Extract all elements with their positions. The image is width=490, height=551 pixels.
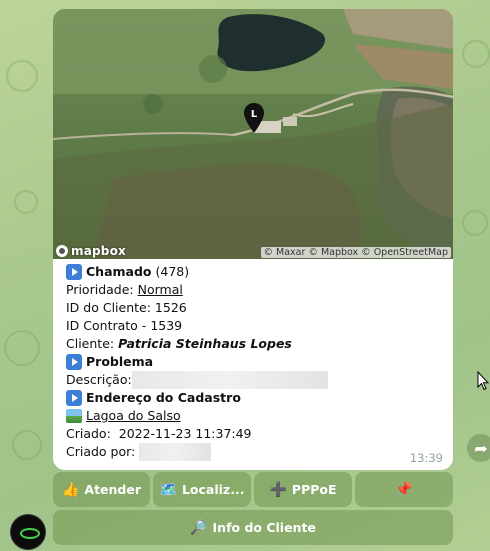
info-cliente-button[interactable]: 🔎 Info do Cliente <box>53 510 453 545</box>
background-doodle <box>4 330 40 366</box>
atender-button[interactable]: 👍 Atender <box>53 472 150 507</box>
plus-icon: ➕ <box>269 481 287 498</box>
endereco-line: Endereço do Cadastro <box>66 389 446 407</box>
criado-por-line: Criado por: <box>66 443 446 461</box>
pushpin-button[interactable]: 📌 <box>355 472 453 507</box>
endereco-value-line: Lagoa do Salso <box>66 407 446 425</box>
mapbox-logo-text: mapbox <box>71 244 126 258</box>
criado-por-label: Criado por: <box>66 444 136 459</box>
cliente-label: Cliente: <box>66 336 115 351</box>
map-icon: 🗺️ <box>159 481 177 498</box>
atender-label: Atender <box>84 482 142 497</box>
forward-icon: ➦ <box>474 438 488 458</box>
prioridade-line: Prioridade: Normal <box>66 281 446 299</box>
pin-label: L <box>251 109 258 120</box>
chamado-count: (478) <box>155 264 190 279</box>
info-cliente-label: Info do Cliente <box>212 520 316 535</box>
background-doodle <box>12 430 42 460</box>
location-map[interactable]: L mapbox © Maxar © Mapbox © OpenStreetMa… <box>53 9 453 259</box>
forward-button[interactable]: ➦ <box>467 434 490 462</box>
id-cliente-label: ID do Cliente: <box>66 300 151 315</box>
id-cliente-line: ID do Cliente: 1526 <box>66 299 446 317</box>
bot-avatar[interactable] <box>10 514 46 550</box>
play-icon <box>66 390 82 406</box>
mapbox-icon <box>56 245 68 257</box>
pushpin-icon[interactable]: L <box>243 102 265 134</box>
problema-label: Problema <box>86 354 154 369</box>
prioridade-label: Prioridade: <box>66 282 134 297</box>
play-icon <box>66 354 82 370</box>
background-doodle <box>6 60 38 92</box>
map-picture-icon <box>66 409 82 423</box>
redacted-creator <box>139 443 212 461</box>
redacted-description <box>131 371 328 389</box>
pppoe-button[interactable]: ➕ PPPoE <box>254 472 352 507</box>
problema-line: Problema <box>66 353 446 371</box>
background-doodle <box>462 40 490 68</box>
message-text: Chamado (478) Prioridade: Normal ID do C… <box>66 263 446 461</box>
background-doodle <box>462 210 488 236</box>
prioridade-link[interactable]: Normal <box>138 281 183 299</box>
localizacao-label: Localiz... <box>181 482 245 497</box>
message-time: 13:39 <box>409 451 443 465</box>
localizacao-button[interactable]: 🗺️ Localiz... <box>153 472 251 507</box>
criado-value: 2022-11-23 11:37:49 <box>118 426 252 441</box>
thumbs-up-icon: 👍 <box>61 481 80 498</box>
map-attribution[interactable]: © Maxar © Mapbox © OpenStreetMap <box>260 247 451 258</box>
background-doodle <box>14 190 38 214</box>
mapbox-logo: mapbox <box>56 244 126 258</box>
message-bubble: L mapbox © Maxar © Mapbox © OpenStreetMa… <box>53 9 453 470</box>
pushpin-icon: 📌 <box>395 481 413 498</box>
mouse-cursor-icon <box>477 371 489 391</box>
play-icon <box>66 264 82 280</box>
pppoe-label: PPPoE <box>291 482 337 497</box>
descricao-label: Descrição: <box>66 372 132 387</box>
magnifier-icon: 🔎 <box>190 519 208 536</box>
criado-line: Criado: 2022-11-23 11:37:49 <box>66 425 446 443</box>
id-cliente-value: 1526 <box>154 300 187 315</box>
id-contrato-value: 1539 <box>150 318 183 333</box>
criado-label: Criado: <box>66 426 111 441</box>
chamado-line: Chamado (478) <box>66 263 446 281</box>
cliente-line: Cliente: Patricia Steinhaus Lopes <box>66 335 446 353</box>
endereco-label: Endereço do Cadastro <box>86 390 241 405</box>
chamado-label: Chamado <box>86 264 152 279</box>
cliente-value: Patricia Steinhaus Lopes <box>118 336 292 351</box>
id-contrato-label: ID Contrato - <box>66 318 147 333</box>
endereco-link[interactable]: Lagoa do Salso <box>86 407 181 425</box>
descricao-line: Descrição: <box>66 371 446 389</box>
id-contrato-line: ID Contrato - 1539 <box>66 317 446 335</box>
satellite-image <box>53 9 453 259</box>
